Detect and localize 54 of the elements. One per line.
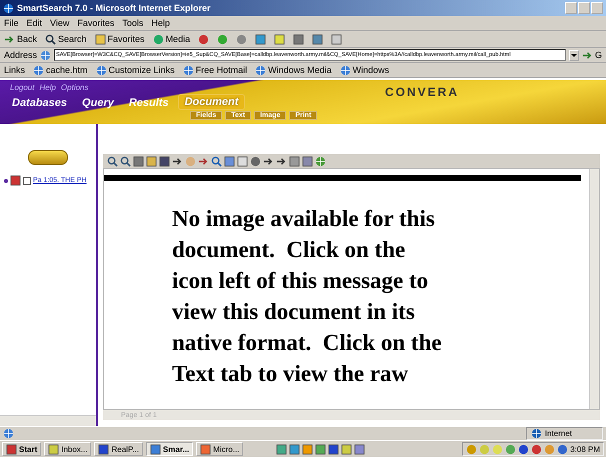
message-text: No image available for this document. Click on the icon left of this message to view this document in its native format. Click on the Text tab to view the raw	[172, 205, 443, 388]
address-label: Address	[4, 50, 38, 60]
window-title: SmartSearch 7.0 - Microsoft Internet Explorer	[17, 3, 212, 13]
link[interactable]: Windows Media	[255, 64, 332, 76]
link[interactable]: Windows	[340, 64, 390, 76]
toolbar-button[interactable]: Media	[152, 34, 190, 44]
expand-button[interactable]	[28, 150, 68, 165]
zoom-in-icon[interactable]	[107, 156, 118, 166]
nav-link[interactable]: Options	[60, 83, 88, 92]
magnifier-icon[interactable]	[211, 156, 222, 166]
ie-page-icon	[255, 64, 266, 76]
menu-item[interactable]: Help	[151, 18, 170, 28]
back-arrow-icon	[4, 34, 15, 44]
dropdown-button[interactable]	[568, 50, 579, 60]
menu-item[interactable]: View	[50, 18, 70, 28]
nav-tab[interactable]: Query	[76, 96, 120, 110]
ie-logo-icon	[3, 2, 14, 14]
horizontal-scrollbar[interactable]	[0, 415, 96, 426]
zoom-out-icon[interactable]	[120, 156, 131, 166]
link[interactable]: Customize Links	[96, 64, 175, 76]
ie-page-icon	[340, 64, 351, 76]
nav-link[interactable]: Logout	[10, 83, 34, 92]
checkbox[interactable]	[23, 176, 31, 184]
toolbar-button[interactable]: Favorites	[94, 34, 145, 44]
nav-tab[interactable]: Databases	[6, 96, 74, 110]
menu-item[interactable]: File	[4, 18, 19, 28]
bullet-icon	[4, 178, 8, 182]
taskbar-button[interactable]: RealP...	[94, 442, 143, 456]
search-icon	[45, 34, 56, 44]
link[interactable]: cache.htm	[33, 64, 88, 76]
vertical-scrollbar[interactable]	[589, 169, 599, 409]
menu-item[interactable]: Edit	[26, 18, 42, 28]
clock: 3:08 PM	[570, 444, 600, 454]
toolbar-button[interactable]: Search	[45, 34, 87, 44]
zone-label: Internet	[544, 429, 572, 438]
start-button[interactable]: Start	[2, 442, 42, 456]
link[interactable]: Free Hotmail	[182, 64, 248, 76]
nav-link[interactable]: Help	[39, 83, 56, 92]
menu-item[interactable]: Favorites	[77, 18, 114, 28]
ie-page-icon	[182, 64, 194, 76]
taskbar-button[interactable]: Micro...	[196, 442, 244, 456]
menu-item[interactable]: Tools	[122, 18, 144, 28]
go-arrow-icon	[582, 50, 593, 60]
go-button[interactable]: G	[582, 50, 602, 60]
links-label: Links	[4, 65, 26, 75]
globe-icon	[530, 428, 542, 439]
globe-icon[interactable]	[315, 156, 326, 166]
taskbar-button[interactable]: Inbox...	[44, 442, 92, 456]
ie-page-icon	[33, 64, 44, 76]
ie-page-icon	[96, 64, 107, 76]
toolbar-button[interactable]: Back	[4, 34, 38, 44]
page-status-icon	[3, 428, 14, 439]
logo: CONVERA	[385, 85, 460, 99]
taskbar-button[interactable]: Smar...	[146, 442, 194, 456]
